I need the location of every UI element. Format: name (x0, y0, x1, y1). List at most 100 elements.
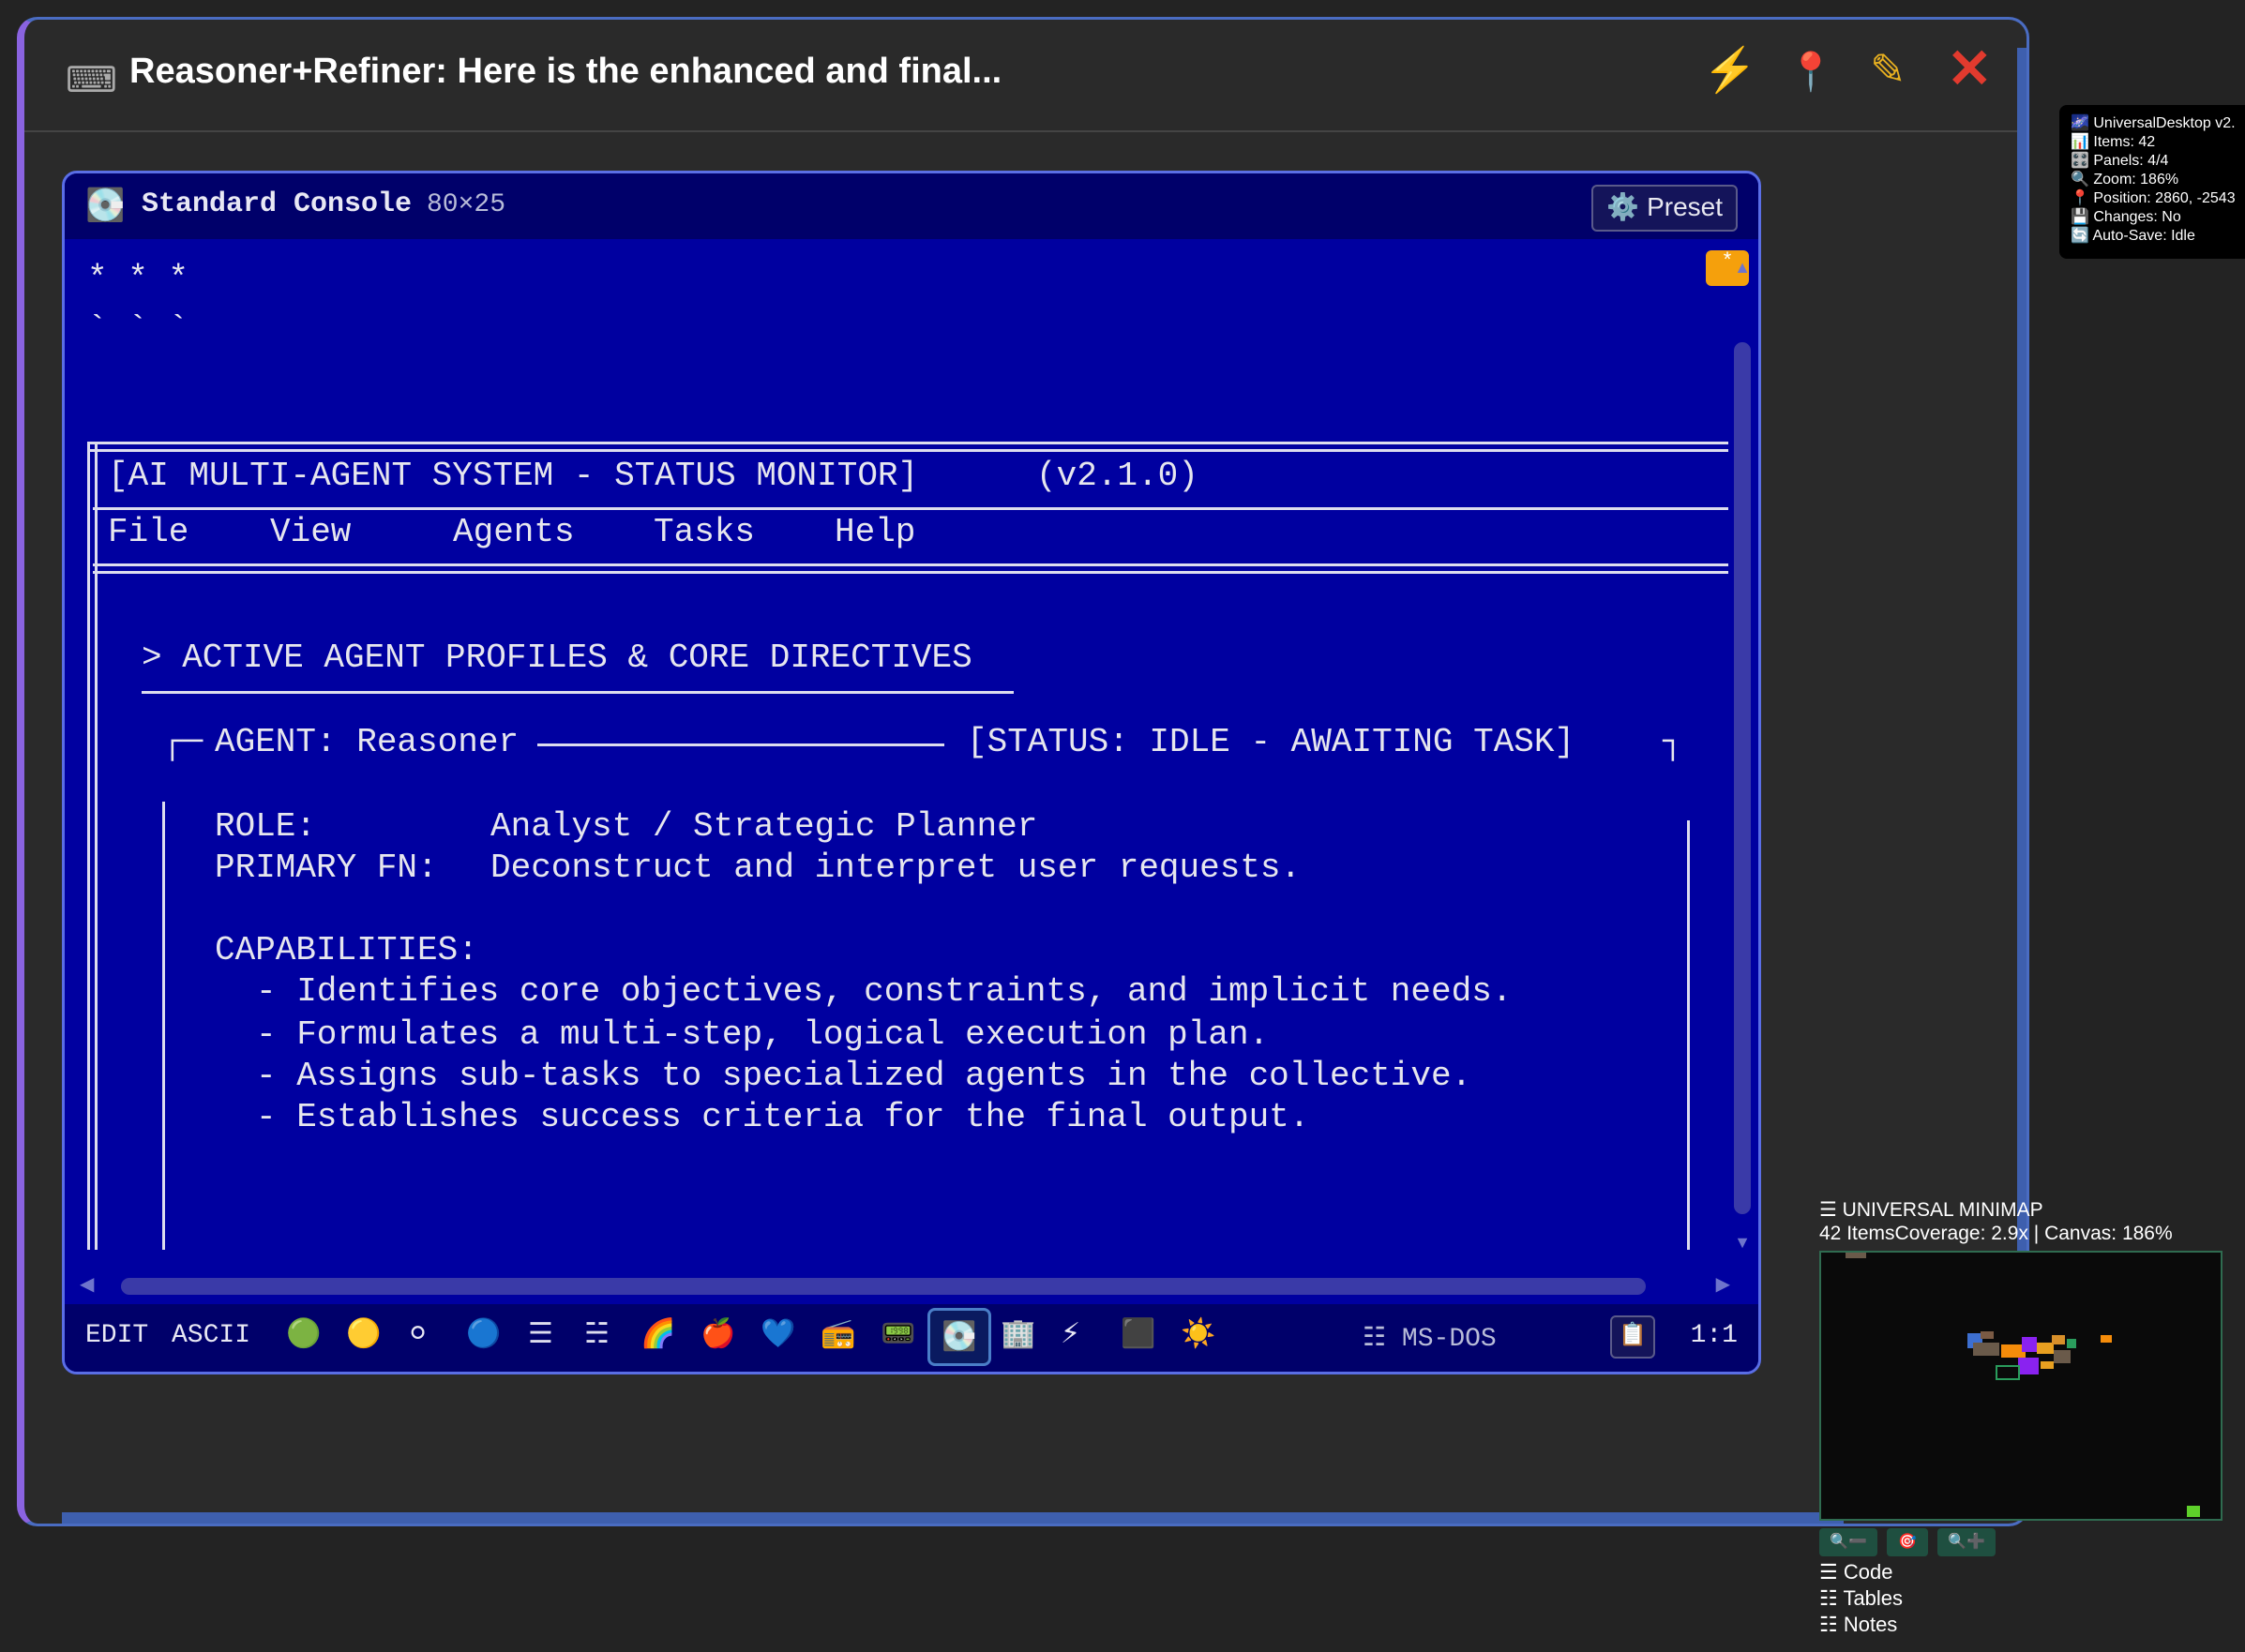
minimap-item (1981, 1331, 1994, 1339)
scroll-up-icon[interactable]: ▲ (1734, 258, 1751, 278)
edit-button[interactable]: EDIT (85, 1321, 148, 1350)
theme-bolt-icon[interactable]: ⚡ (1061, 1317, 1080, 1350)
ratio-label[interactable]: 1:1 (1691, 1321, 1738, 1350)
console-header: 💽 Standard Console 80×25 ⚙️ Preset (65, 173, 1758, 239)
theme-radio-icon[interactable]: 📻 (821, 1317, 855, 1350)
menu-help[interactable]: Help (835, 513, 915, 551)
window-title: Reasoner+Refiner: Here is the enhanced a… (129, 52, 1002, 91)
capability-item: - Formulates a multi-step, logical execu… (256, 1015, 1270, 1054)
zoom-out-button[interactable]: 🔍➖ (1819, 1528, 1877, 1556)
console-size: 80×25 (427, 190, 506, 219)
minimap-item (1973, 1343, 1999, 1356)
horizontal-scrollbar[interactable] (121, 1278, 1646, 1295)
theme-trigram-alt-icon[interactable]: ☵ (584, 1317, 610, 1350)
minimap-tables-item[interactable]: ☷ Tables (1819, 1586, 1903, 1611)
scroll-left-icon[interactable]: ◀ (80, 1272, 94, 1296)
minimap-item (2018, 1358, 2039, 1374)
agent-box-top (537, 743, 944, 746)
status-items: 📊 Items: 42 (2071, 134, 2156, 150)
status-changes: 💾 Changes: No (2071, 209, 2181, 225)
status-panel: 🌌 UniversalDesktop v2. 📊 Items: 42 🎛️ Pa… (2059, 105, 2245, 259)
section-heading: > ACTIVE AGENT PROFILES & CORE DIRECTIVE… (142, 638, 972, 677)
vertical-scrollbar[interactable] (1734, 342, 1751, 1214)
system-title: [AI MULTI-AGENT SYSTEM - STATUS MONITOR] (108, 457, 919, 495)
capability-item: - Assigns sub-tasks to specialized agent… (256, 1057, 1472, 1095)
scroll-right-icon[interactable]: ▶ (1716, 1272, 1730, 1296)
theme-trigram-icon[interactable]: ☰ (528, 1317, 553, 1350)
theme-blue-heart-icon[interactable]: 💙 (761, 1317, 795, 1350)
console-title: Standard Console (142, 188, 413, 220)
status-panels: 🎛️ Panels: 4/4 (2071, 153, 2169, 169)
theme-green-icon[interactable]: 🟢 (286, 1317, 321, 1350)
theme-pager-icon[interactable]: 📟 (881, 1317, 915, 1350)
minimap-code-item[interactable]: ☰ Code (1819, 1560, 1892, 1584)
theme-white-icon[interactable]: ⚪ (406, 1317, 429, 1350)
theme-blue-icon[interactable]: 🔵 (466, 1317, 501, 1350)
theme-rainbow-icon[interactable]: 🌈 (640, 1317, 675, 1350)
theme-sun-icon[interactable]: ☀️ (1181, 1317, 1215, 1350)
keyboard-icon: ⌨ (66, 61, 117, 100)
agent-box-corner-right: ┐ (1663, 723, 1683, 761)
ascii-button[interactable]: ASCII (172, 1321, 250, 1350)
standard-console: 💽 Standard Console 80×25 ⚙️ Preset * ▲ ▼… (62, 171, 1761, 1374)
theme-building-icon[interactable]: 🏢 (1001, 1317, 1035, 1350)
minimap-item (2041, 1361, 2054, 1369)
bolt-icon[interactable]: ⚡ (1703, 44, 1756, 96)
console-footer: EDIT ASCII 🟢 🟡 ⚪ 🔵 ☰ ☵ 🌈 🍎 💙 📻 📟 💽 🏢 ⚡ ⬛… (65, 1304, 1758, 1372)
mode-label[interactable]: ☷ MS-DOS (1363, 1321, 1497, 1354)
fn-label: PRIMARY FN: (215, 849, 438, 887)
minimap-title: ☰ UNIVERSAL MINIMAP (1819, 1199, 2043, 1221)
theme-black-icon[interactable]: ⬛ (1121, 1317, 1155, 1350)
minimap-subtitle: 42 ItemsCoverage: 2.9x | Canvas: 186% (1819, 1223, 2173, 1244)
fn-value: Deconstruct and interpret user requests. (490, 849, 1302, 887)
agent-box-corner: ┌─ (162, 723, 203, 761)
agent-status: [STATUS: IDLE - AWAITING TASK] (967, 723, 1575, 761)
disc-icon: 💽 (85, 188, 126, 223)
section-underline (142, 691, 1014, 694)
minimap-item (2187, 1506, 2200, 1517)
status-zoom: 🔍 Zoom: 186% (2071, 172, 2179, 188)
status-app: 🌌 UniversalDesktop v2. (2071, 115, 2236, 131)
minimap-notes-item[interactable]: ☷ Notes (1819, 1613, 1897, 1637)
center-target-button[interactable]: 🎯 (1887, 1528, 1928, 1556)
status-autosave: 🔄 Auto-Save: Idle (2071, 228, 2195, 244)
pin-icon[interactable]: 📍 (1787, 50, 1834, 94)
close-icon[interactable]: ✕ (1947, 37, 1993, 100)
horizontal-scroll-track[interactable]: ◀ ▶ (80, 1272, 1730, 1299)
minimap-item (2054, 1350, 2071, 1363)
minimap-viewport (1996, 1365, 2020, 1380)
minimap-item (1846, 1253, 1866, 1258)
theme-yellow-icon[interactable]: 🟡 (346, 1317, 381, 1350)
pencil-icon[interactable]: ✎ (1870, 44, 1906, 95)
role-value: Analyst / Strategic Planner (490, 807, 1038, 846)
minimap-item (2052, 1335, 2065, 1344)
minimap-item (2022, 1337, 2037, 1352)
window-resize-bottom[interactable] (62, 1512, 1844, 1524)
role-label: ROLE: (215, 807, 317, 846)
agent-name: AGENT: Reasoner (215, 723, 520, 761)
theme-disc-icon[interactable]: 💽 (927, 1308, 991, 1366)
menu-file[interactable]: File (108, 513, 188, 551)
title-divider (93, 507, 1728, 510)
minimap-item (2067, 1339, 2076, 1348)
menu-agents[interactable]: Agents (453, 513, 575, 551)
capability-item: - Establishes success criteria for the f… (256, 1098, 1310, 1136)
minimap-item (2101, 1335, 2112, 1343)
menu-tasks[interactable]: Tasks (654, 513, 755, 551)
menu-view[interactable]: View (270, 513, 351, 551)
theme-apple-icon[interactable]: 🍎 (701, 1317, 735, 1350)
clipboard-icon[interactable]: 📋 (1610, 1315, 1655, 1359)
minimap-canvas[interactable] (1819, 1251, 2222, 1521)
window-titlebar[interactable]: ⌨ Reasoner+Refiner: Here is the enhanced… (24, 20, 2027, 132)
console-text-area[interactable]: * * * ` ` ` [AI MULTI-AGENT SYSTEM - STA… (87, 260, 1728, 1250)
stars-line: * * * (87, 260, 189, 298)
agent-box-right (1687, 820, 1690, 1250)
frame-top (87, 442, 1728, 452)
capability-item: - Identifies core objectives, constraint… (256, 972, 1513, 1011)
zoom-in-button[interactable]: 🔍➕ (1937, 1528, 1996, 1556)
system-version: (v2.1.0) (1036, 457, 1198, 495)
agent-box-left (162, 802, 165, 1250)
scroll-down-icon[interactable]: ▼ (1734, 1233, 1751, 1253)
preset-button[interactable]: ⚙️ Preset (1591, 185, 1738, 232)
capabilities-label: CAPABILITIES: (215, 931, 478, 969)
